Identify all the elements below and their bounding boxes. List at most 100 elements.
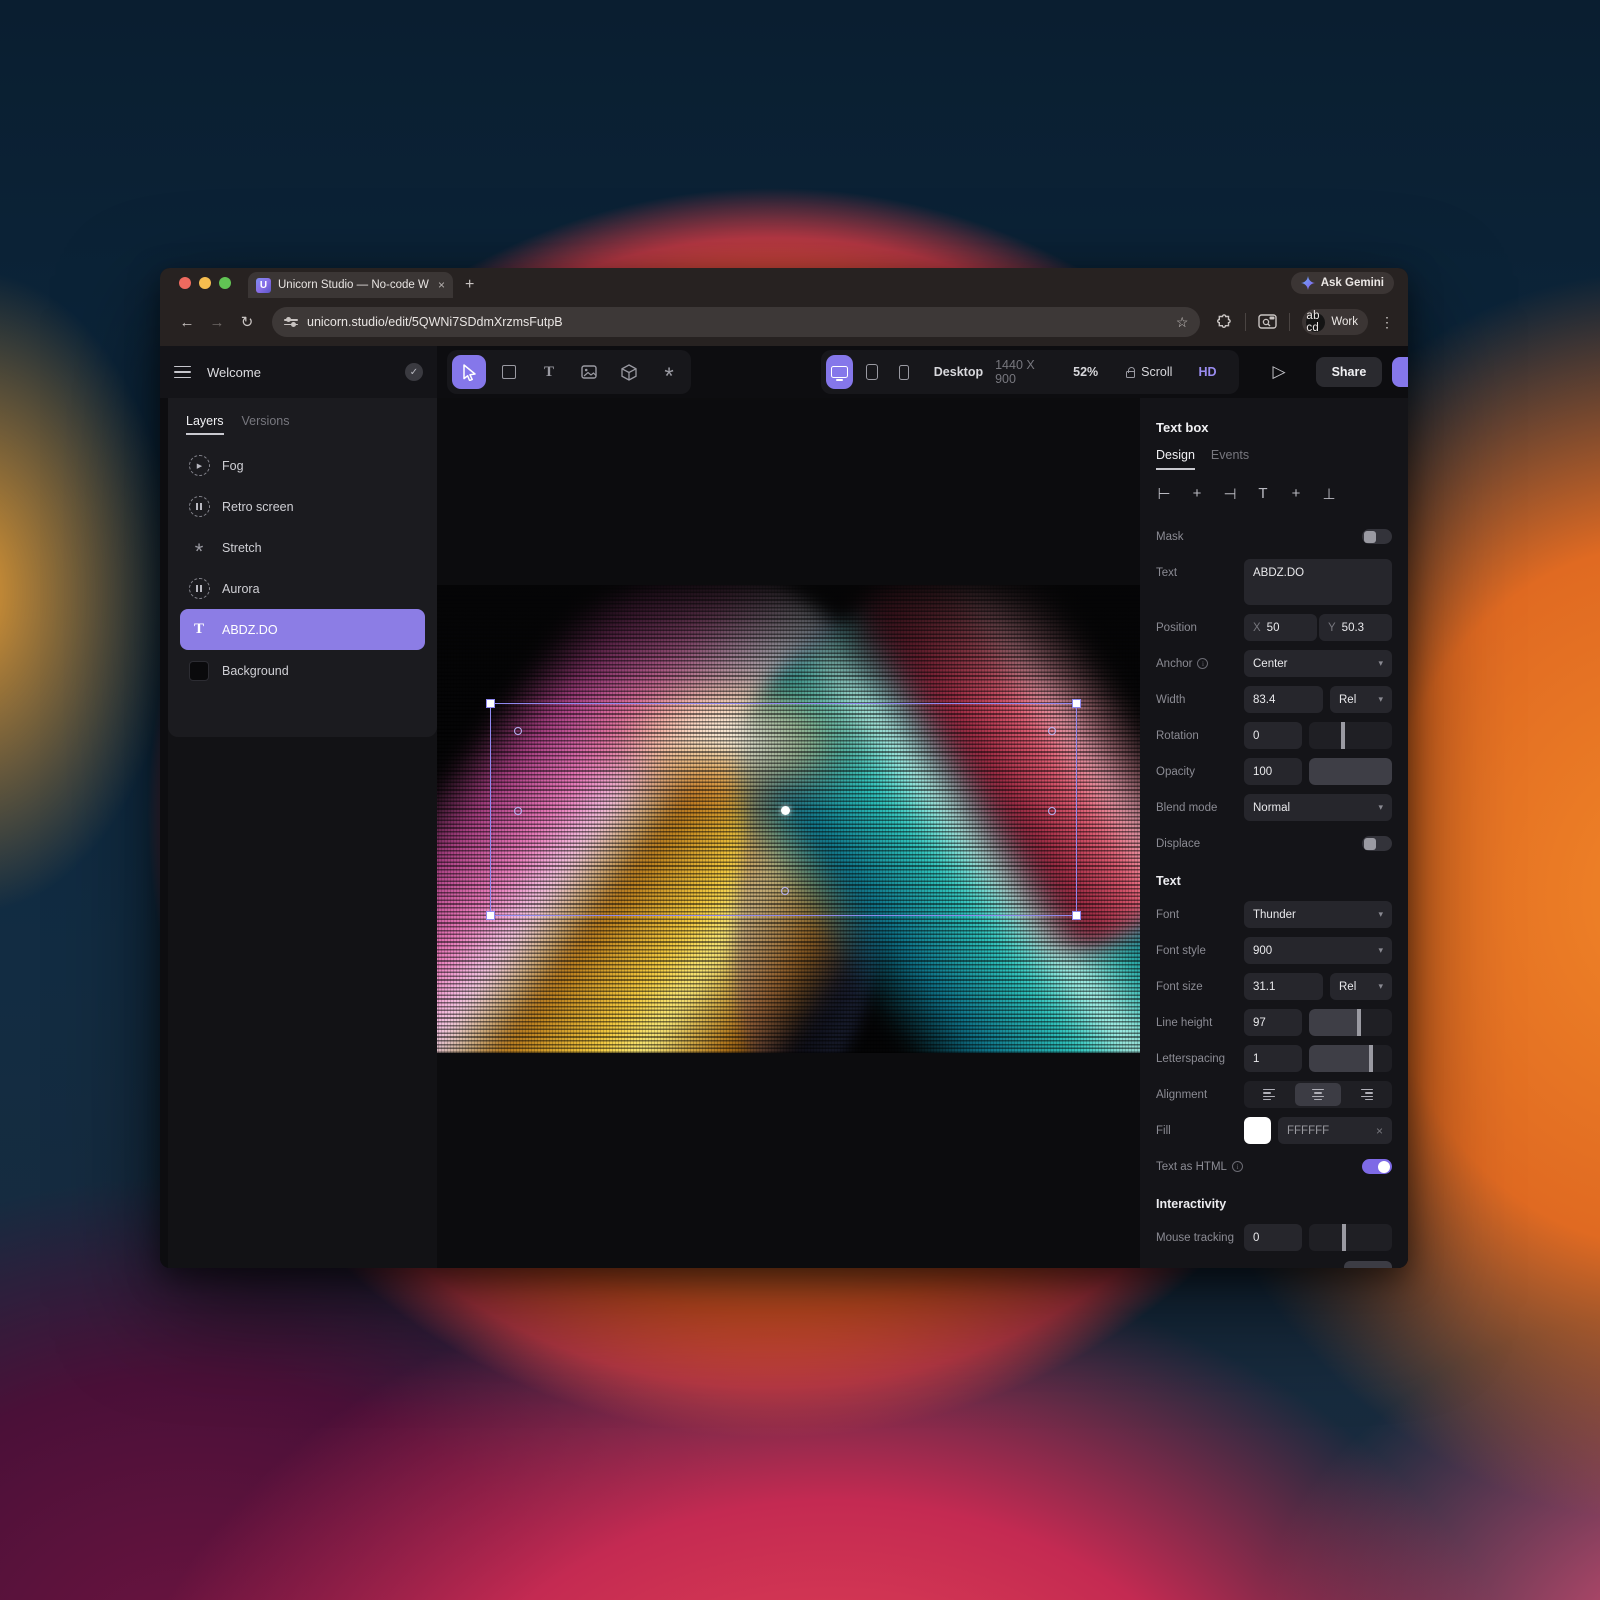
editor-canvas[interactable] — [437, 398, 1140, 1268]
font-size-unit-select[interactable]: Rel▾ — [1330, 973, 1392, 1000]
align-left-icon[interactable]: ⊢ — [1156, 485, 1172, 503]
displace-toggle[interactable] — [1362, 836, 1392, 851]
position-x-field[interactable]: X50 — [1244, 614, 1317, 641]
tablet-device-button[interactable] — [859, 355, 886, 389]
align-bottom-icon[interactable]: ⊥ — [1321, 485, 1337, 503]
phone-device-button[interactable] — [891, 355, 918, 389]
layer-row-retro-screen[interactable]: Retro screen — [180, 486, 425, 527]
tab-design[interactable]: Design — [1156, 448, 1195, 470]
font-size-input[interactable]: 31.1 — [1244, 973, 1323, 1000]
text-align-right-button[interactable] — [1343, 1083, 1390, 1106]
tab-versions[interactable]: Versions — [242, 414, 290, 435]
close-window-button[interactable] — [179, 277, 191, 289]
axes-y-only-button[interactable]: Y only — [1294, 1261, 1342, 1268]
align-center-v-icon[interactable]: + — [1288, 485, 1304, 503]
opacity-slider[interactable] — [1309, 758, 1392, 785]
layer-row-fog[interactable]: ▶ Fog — [180, 445, 425, 486]
align-top-icon[interactable]: T — [1255, 485, 1271, 503]
back-icon[interactable]: ← — [174, 314, 200, 331]
font-select[interactable]: Thunder▾ — [1244, 901, 1392, 928]
scroll-lock[interactable]: Scroll — [1126, 365, 1172, 379]
mouse-tracking-input[interactable]: 0 — [1244, 1224, 1302, 1251]
layer-row-abdzdo[interactable]: T ABDZ.DO — [180, 609, 425, 650]
chevron-down-icon: ▾ — [1378, 802, 1383, 813]
layer-row-aurora[interactable]: Aurora — [180, 568, 425, 609]
rotation-slider[interactable] — [1309, 722, 1392, 749]
axes-both-button[interactable]: Both — [1344, 1261, 1392, 1268]
text-align-left-button[interactable] — [1246, 1083, 1293, 1106]
browser-menu-icon[interactable]: ⋮ — [1380, 314, 1394, 331]
menu-icon[interactable] — [174, 366, 191, 379]
share-button[interactable]: Share — [1316, 357, 1383, 387]
tab-layers[interactable]: Layers — [186, 414, 224, 435]
image-tool[interactable] — [572, 355, 606, 389]
text-input[interactable]: ABDZ.DO — [1244, 559, 1392, 605]
frame-tool[interactable] — [492, 355, 526, 389]
export-button[interactable]: Export — [1392, 357, 1408, 387]
resize-handle-top-left[interactable] — [486, 699, 495, 708]
rotation-input[interactable]: 0 — [1244, 722, 1302, 749]
desktop-device-button[interactable] — [826, 355, 853, 389]
letterspacing-input[interactable]: 1 — [1244, 1045, 1302, 1072]
position-y-field[interactable]: Y50.3 — [1319, 614, 1392, 641]
control-point[interactable] — [514, 807, 522, 815]
new-tab-button[interactable]: + — [465, 276, 474, 298]
align-right-icon[interactable]: ⊣ — [1222, 485, 1238, 503]
ask-gemini-button[interactable]: Ask Gemini — [1291, 272, 1394, 294]
extensions-icon[interactable] — [1216, 314, 1233, 331]
resize-handle-top-right[interactable] — [1072, 699, 1081, 708]
project-name[interactable]: Welcome — [207, 365, 389, 380]
reload-icon[interactable]: ↻ — [234, 313, 260, 331]
minimize-window-button[interactable] — [199, 277, 211, 289]
layer-row-background[interactable]: Background — [180, 650, 425, 691]
selection-box[interactable] — [490, 703, 1077, 916]
resize-handle-bottom-right[interactable] — [1072, 911, 1081, 920]
axes-x-only-button[interactable]: X only — [1244, 1261, 1292, 1268]
letterspacing-row: Letterspacing 1 — [1156, 1045, 1392, 1072]
profile-chip[interactable]: ab cd Work — [1302, 309, 1368, 335]
text-tool[interactable]: T — [532, 355, 566, 389]
control-point[interactable] — [781, 887, 789, 895]
control-point[interactable] — [1048, 727, 1056, 735]
blend-mode-select[interactable]: Normal▾ — [1244, 794, 1392, 821]
font-style-select[interactable]: 900▾ — [1244, 937, 1392, 964]
mask-toggle[interactable] — [1362, 529, 1392, 544]
layer-row-stretch[interactable]: * Stretch — [180, 527, 425, 568]
width-input[interactable]: 83.4 — [1244, 686, 1323, 713]
browser-tab[interactable]: U Unicorn Studio — No-code W × — [248, 272, 453, 298]
clear-fill-icon[interactable]: × — [1376, 1124, 1383, 1138]
fill-color-swatch[interactable] — [1244, 1117, 1271, 1144]
line-height-input[interactable]: 97 — [1244, 1009, 1302, 1036]
anchor-select[interactable]: Center▾ — [1244, 650, 1392, 677]
effects-tool[interactable]: * — [652, 355, 686, 389]
preview-play-button[interactable]: ▷ — [1273, 362, 1286, 382]
control-point[interactable] — [514, 727, 522, 735]
mouse-tracking-slider[interactable] — [1309, 1224, 1392, 1251]
hd-badge[interactable]: HD — [1198, 365, 1216, 379]
resize-handle-bottom-left[interactable] — [486, 911, 495, 920]
tab-close-icon[interactable]: × — [438, 278, 445, 292]
bookmark-star-icon[interactable]: ☆ — [1176, 314, 1189, 331]
text-align-center-button[interactable] — [1295, 1083, 1342, 1106]
width-unit-select[interactable]: Rel▾ — [1330, 686, 1392, 713]
tab-events[interactable]: Events — [1211, 448, 1249, 470]
3d-tool[interactable] — [612, 355, 646, 389]
address-bar[interactable]: unicorn.studio/edit/5QWNi7SDdmXrzmsFutpB… — [272, 307, 1200, 337]
side-panel-search-icon[interactable] — [1258, 314, 1277, 330]
selection-center-handle[interactable] — [781, 806, 790, 815]
select-tool[interactable] — [452, 355, 486, 389]
fill-hex-input[interactable]: FFFFFF × — [1278, 1117, 1392, 1144]
text-as-html-toggle[interactable] — [1362, 1159, 1392, 1174]
maximize-window-button[interactable] — [219, 277, 231, 289]
control-point[interactable] — [1048, 807, 1056, 815]
blend-mode-row: Blend mode Normal▾ — [1156, 794, 1392, 821]
zoom-level[interactable]: 52% — [1073, 365, 1098, 379]
site-settings-icon[interactable] — [284, 319, 298, 325]
letterspacing-slider[interactable] — [1309, 1045, 1392, 1072]
opacity-input[interactable]: 100 — [1244, 758, 1302, 785]
line-height-slider[interactable] — [1309, 1009, 1392, 1036]
align-center-h-icon[interactable]: + — [1189, 485, 1205, 503]
forward-icon[interactable]: → — [204, 314, 230, 331]
layer-name: ABDZ.DO — [222, 623, 278, 637]
unicorn-studio-app: Welcome ✓ T — [160, 346, 1408, 1268]
